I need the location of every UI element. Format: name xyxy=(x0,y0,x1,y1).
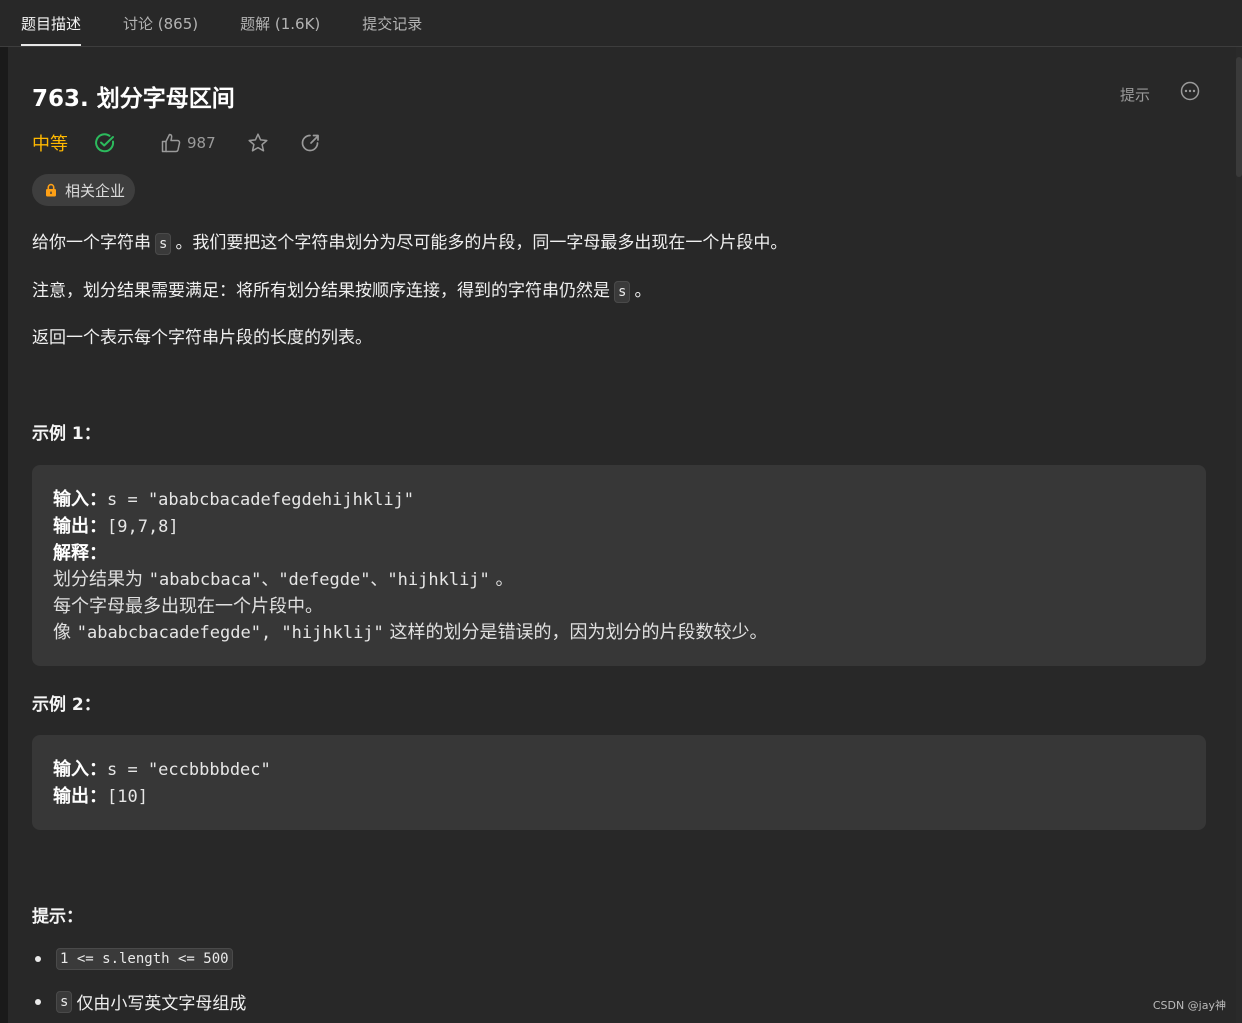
constraint-text: 仅由小写英文字母组成 xyxy=(76,994,247,1014)
explain-text: 划分结果为 xyxy=(53,569,143,590)
star-icon[interactable] xyxy=(247,132,269,154)
hint-button[interactable]: 提示 xyxy=(1120,84,1150,105)
inline-code: s xyxy=(614,281,631,303)
description-text: 。我们要把这个字符串划分为尽可能多的片段，同一字母最多出现在一个片段中。 xyxy=(175,233,788,253)
constraints-heading: 提示： xyxy=(32,907,83,927)
lock-icon xyxy=(44,183,58,197)
description-paragraph-2: 注意，划分结果需要满足：将所有划分结果按顺序连接，得到的字符串仍然是 s。 xyxy=(32,276,652,303)
inline-code: 1 <= s.length <= 500 xyxy=(56,948,233,970)
example-2-input: 输入：s = "eccbbbbdec" xyxy=(53,755,271,781)
explain-text: 像 xyxy=(53,622,71,643)
example-1-explain-line-1: 划分结果为 "ababcbaca"、"defegde"、"hijhklij" 。 xyxy=(53,565,514,591)
watermark: CSDN @jay神 xyxy=(1152,999,1226,1012)
example-1-explain-line-2: 每个字母最多出现在一个片段中。 xyxy=(53,592,323,618)
constraint-item-1: 1 <= s.length <= 500 xyxy=(32,948,237,970)
more-icon[interactable] xyxy=(1180,81,1200,101)
explain-text: 每个字母最多出现在一个片段中。 xyxy=(53,596,323,617)
explain-text: 。 xyxy=(495,569,514,590)
example-1-input: 输入：s = "ababcbacadefegdehijhklij" xyxy=(53,485,414,511)
inline-code: s xyxy=(56,990,73,1013)
share-icon[interactable] xyxy=(299,132,321,154)
output-label: 输出： xyxy=(53,786,107,807)
example-2-output: 输出：[10] xyxy=(53,782,148,808)
input-label: 输入： xyxy=(53,759,107,780)
check-circle-icon xyxy=(94,132,116,154)
related-companies-tag[interactable]: 相关企业 xyxy=(32,174,136,206)
description-text: 注意，划分结果需要满足：将所有划分结果按顺序连接，得到的字符串仍然是 xyxy=(32,281,610,301)
thumbs-up-icon[interactable] xyxy=(160,132,182,154)
like-count: 987 xyxy=(187,134,216,152)
description-text: 给你一个字符串 xyxy=(32,233,151,253)
example-1-heading: 示例 1： xyxy=(32,424,101,444)
constraint-item-2: s 仅由小写英文字母组成 xyxy=(32,989,246,1014)
tab-description[interactable]: 题目描述 xyxy=(0,0,102,46)
inline-code: s xyxy=(155,233,172,255)
bullet xyxy=(35,956,41,962)
input-label: 输入： xyxy=(53,489,107,510)
tab-solutions[interactable]: 题解 (1.6K) xyxy=(219,0,341,46)
description-paragraph-1: 给你一个字符串 s 。我们要把这个字符串划分为尽可能多的片段，同一字母最多出现在一个… xyxy=(32,228,788,255)
explain-label: 解释： xyxy=(53,543,107,564)
output-value: [9,7,8] xyxy=(107,517,179,537)
description-text: 。 xyxy=(634,281,652,301)
example-1-explain-line-3: 像 "ababcbacadefegde", "hijhklij" 这样的划分是错… xyxy=(53,618,768,644)
explain-text: 这样的划分是错误的，因为划分的片段数较少。 xyxy=(389,622,768,643)
output-label: 输出： xyxy=(53,516,107,537)
explain-code: "ababcbacadefegde", "hijhklij" xyxy=(76,623,384,643)
example-2-heading: 示例 2： xyxy=(32,695,101,715)
related-companies-label: 相关企业 xyxy=(65,181,126,200)
example-1-output: 输出：[9,7,8] xyxy=(53,512,179,538)
example-2-block: 输入：s = "eccbbbbdec" 输出：[10] xyxy=(32,735,1206,830)
scrollbar-thumb[interactable] xyxy=(1236,57,1242,177)
scrollbar[interactable] xyxy=(1236,47,1242,1023)
tab-submissions[interactable]: 提交记录 xyxy=(341,0,443,46)
bullet xyxy=(35,998,41,1005)
example-1-explain-label: 解释： xyxy=(53,539,107,565)
problem-meta: 中等 987 xyxy=(32,129,321,157)
tab-discussion[interactable]: 讨论 (865) xyxy=(102,0,219,46)
explain-code: "ababcbaca"、"defegde"、"hijhklij" xyxy=(148,570,490,590)
input-value: s = "ababcbacadefegdehijhklij" xyxy=(107,490,415,510)
difficulty-label: 中等 xyxy=(32,134,68,155)
problem-title: 763. 划分字母区间 xyxy=(32,86,235,112)
description-paragraph-3: 返回一个表示每个字符串片段的长度的列表。 xyxy=(32,328,372,348)
tab-bar: 题目描述 讨论 (865) 题解 (1.6K) 提交记录 xyxy=(0,0,1242,47)
problem-panel: 763. 划分字母区间 提示 中等 987 相关企业 给你一个字符串 s 。我们要把… xyxy=(8,47,1236,1023)
output-value: [10] xyxy=(107,787,148,807)
input-value: s = "eccbbbbdec" xyxy=(107,760,271,780)
example-1-block: 输入：s = "ababcbacadefegdehijhklij" 输出：[9,… xyxy=(32,465,1206,666)
